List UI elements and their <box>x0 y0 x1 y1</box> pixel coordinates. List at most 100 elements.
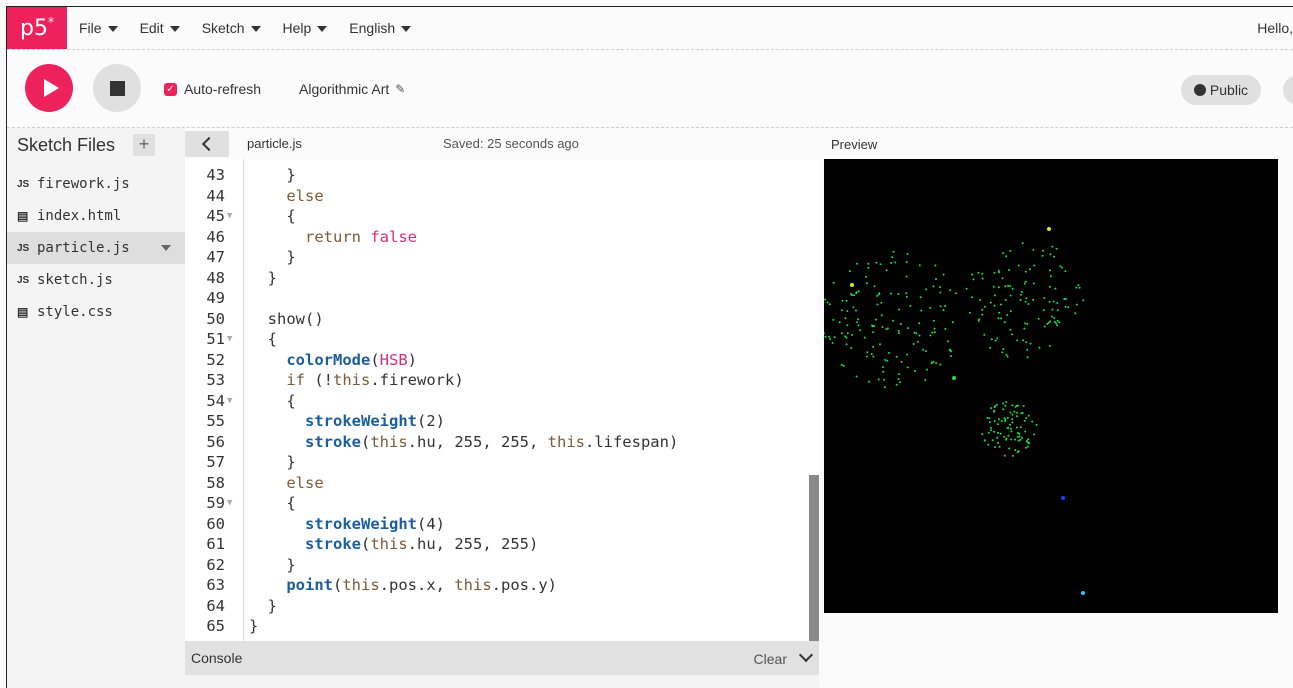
play-button[interactable] <box>25 64 73 112</box>
pencil-icon[interactable]: ✎ <box>395 82 405 96</box>
code-line[interactable]: { <box>249 391 295 412</box>
particle <box>865 282 868 285</box>
particle <box>1009 411 1012 414</box>
collapse-sidebar-button[interactable] <box>185 130 229 157</box>
menu-label: English <box>349 20 396 36</box>
particle <box>1035 424 1038 426</box>
particle <box>981 272 984 275</box>
particle <box>993 406 996 409</box>
sidebar-file-item[interactable]: ▤ style.css <box>7 296 185 328</box>
file-options-icon[interactable] <box>161 245 171 251</box>
particle <box>1058 321 1061 324</box>
code-token: .lifespan) <box>584 432 679 451</box>
code-line[interactable]: } <box>249 616 258 637</box>
menu-english[interactable]: English <box>349 20 412 36</box>
particle <box>1038 346 1041 349</box>
sketch-name[interactable]: Algorithmic Art ✎ <box>299 81 405 97</box>
firework-rocket <box>1081 591 1085 595</box>
particle <box>832 318 835 321</box>
particle <box>1009 249 1012 252</box>
particle <box>1014 449 1017 452</box>
console-bar: Console Clear <box>185 641 819 675</box>
sidebar-file-item[interactable]: JS sketch.js <box>7 264 185 296</box>
code-line[interactable]: } <box>249 165 296 186</box>
particle <box>1000 317 1003 320</box>
menu-edit[interactable]: Edit <box>140 20 180 36</box>
line-number: 43 <box>206 166 225 184</box>
code-line[interactable]: } <box>249 247 295 268</box>
code-line[interactable]: stroke(this.hu, 255, 255) <box>249 534 538 555</box>
add-file-button[interactable]: + <box>133 134 156 156</box>
code-line[interactable]: strokeWeight(4) <box>249 514 445 535</box>
particle <box>885 269 888 272</box>
preview-canvas[interactable] <box>824 159 1278 613</box>
particle <box>846 310 849 312</box>
auto-refresh-checkbox[interactable]: ✓ <box>164 82 177 96</box>
particle <box>850 346 853 349</box>
particle <box>990 338 993 341</box>
caret-down-icon <box>250 26 261 32</box>
menu-help[interactable]: Help <box>283 20 328 36</box>
sidebar-file-item[interactable]: ▤ index.html <box>7 200 185 232</box>
particle <box>1010 430 1013 433</box>
code-line[interactable]: } <box>249 268 277 289</box>
editor-scrollbar[interactable] <box>809 475 819 641</box>
code-line[interactable]: show() <box>249 309 324 330</box>
code-line[interactable]: { <box>249 329 277 350</box>
particle <box>863 336 866 339</box>
particle <box>1021 242 1024 245</box>
particle <box>1064 305 1067 308</box>
code-token: } <box>249 166 296 184</box>
fold-arrow-icon[interactable]: ▼ <box>227 206 232 227</box>
menu-sketch[interactable]: Sketch <box>202 20 261 36</box>
user-greeting[interactable]: Hello, <box>1257 20 1293 36</box>
particle <box>996 436 999 439</box>
particle <box>925 288 927 291</box>
code-line[interactable]: stroke(this.hu, 255, 255, this.lifespan) <box>249 432 678 453</box>
code-line[interactable]: else <box>249 186 323 207</box>
code-line[interactable]: strokeWeight(2) <box>249 411 445 432</box>
chevron-down-icon[interactable] <box>798 647 814 663</box>
code-line[interactable]: } <box>249 452 295 473</box>
public-button[interactable]: Public <box>1181 75 1261 105</box>
particle <box>1026 322 1029 325</box>
sidebar-file-item[interactable]: JS firework.js <box>7 168 185 200</box>
fold-arrow-icon[interactable]: ▼ <box>227 391 232 412</box>
fold-arrow-icon[interactable]: ▼ <box>227 329 232 350</box>
globe-icon <box>1193 84 1206 96</box>
particle <box>1016 415 1019 418</box>
particle <box>852 306 855 309</box>
particle <box>889 292 892 295</box>
code-line[interactable]: { <box>249 493 295 514</box>
particle <box>1023 327 1026 330</box>
sidebar-file-item[interactable]: JS particle.js <box>7 232 185 264</box>
particle <box>1002 348 1005 351</box>
menu-file[interactable]: File <box>79 20 118 36</box>
particle <box>1017 432 1019 434</box>
particle <box>892 319 895 322</box>
code-line[interactable]: } <box>249 555 295 576</box>
clear-console-button[interactable]: Clear <box>754 651 787 667</box>
fold-arrow-icon[interactable]: ▼ <box>227 493 232 514</box>
code-line[interactable]: } <box>249 596 277 617</box>
particle <box>926 368 928 371</box>
settings-button[interactable] <box>1283 75 1293 105</box>
auto-refresh-toggle[interactable]: ✓ Auto-refresh <box>164 81 261 97</box>
particle <box>906 353 908 356</box>
particle <box>1048 300 1051 303</box>
p5-logo[interactable]: p5 * <box>7 7 67 49</box>
caret-down-icon <box>317 26 328 32</box>
code-line[interactable]: colorMode(HSB) <box>249 350 417 371</box>
particle <box>998 445 1001 448</box>
code-line[interactable]: return false <box>249 227 417 248</box>
stop-button[interactable] <box>93 64 141 112</box>
code-line[interactable]: else <box>249 473 323 494</box>
code-line[interactable]: { <box>249 206 295 227</box>
code-line[interactable]: point(this.pos.x, this.pos.y) <box>249 575 557 596</box>
particle <box>1053 317 1056 319</box>
code-editor[interactable]: 43 } 44 else 45 ▼ {46 return false 47 } 48 } 4… <box>185 159 819 641</box>
particle <box>1019 426 1022 429</box>
code-token: if <box>286 371 305 389</box>
code-line[interactable]: if (!this.firework) <box>249 370 463 391</box>
particle <box>1011 418 1014 421</box>
